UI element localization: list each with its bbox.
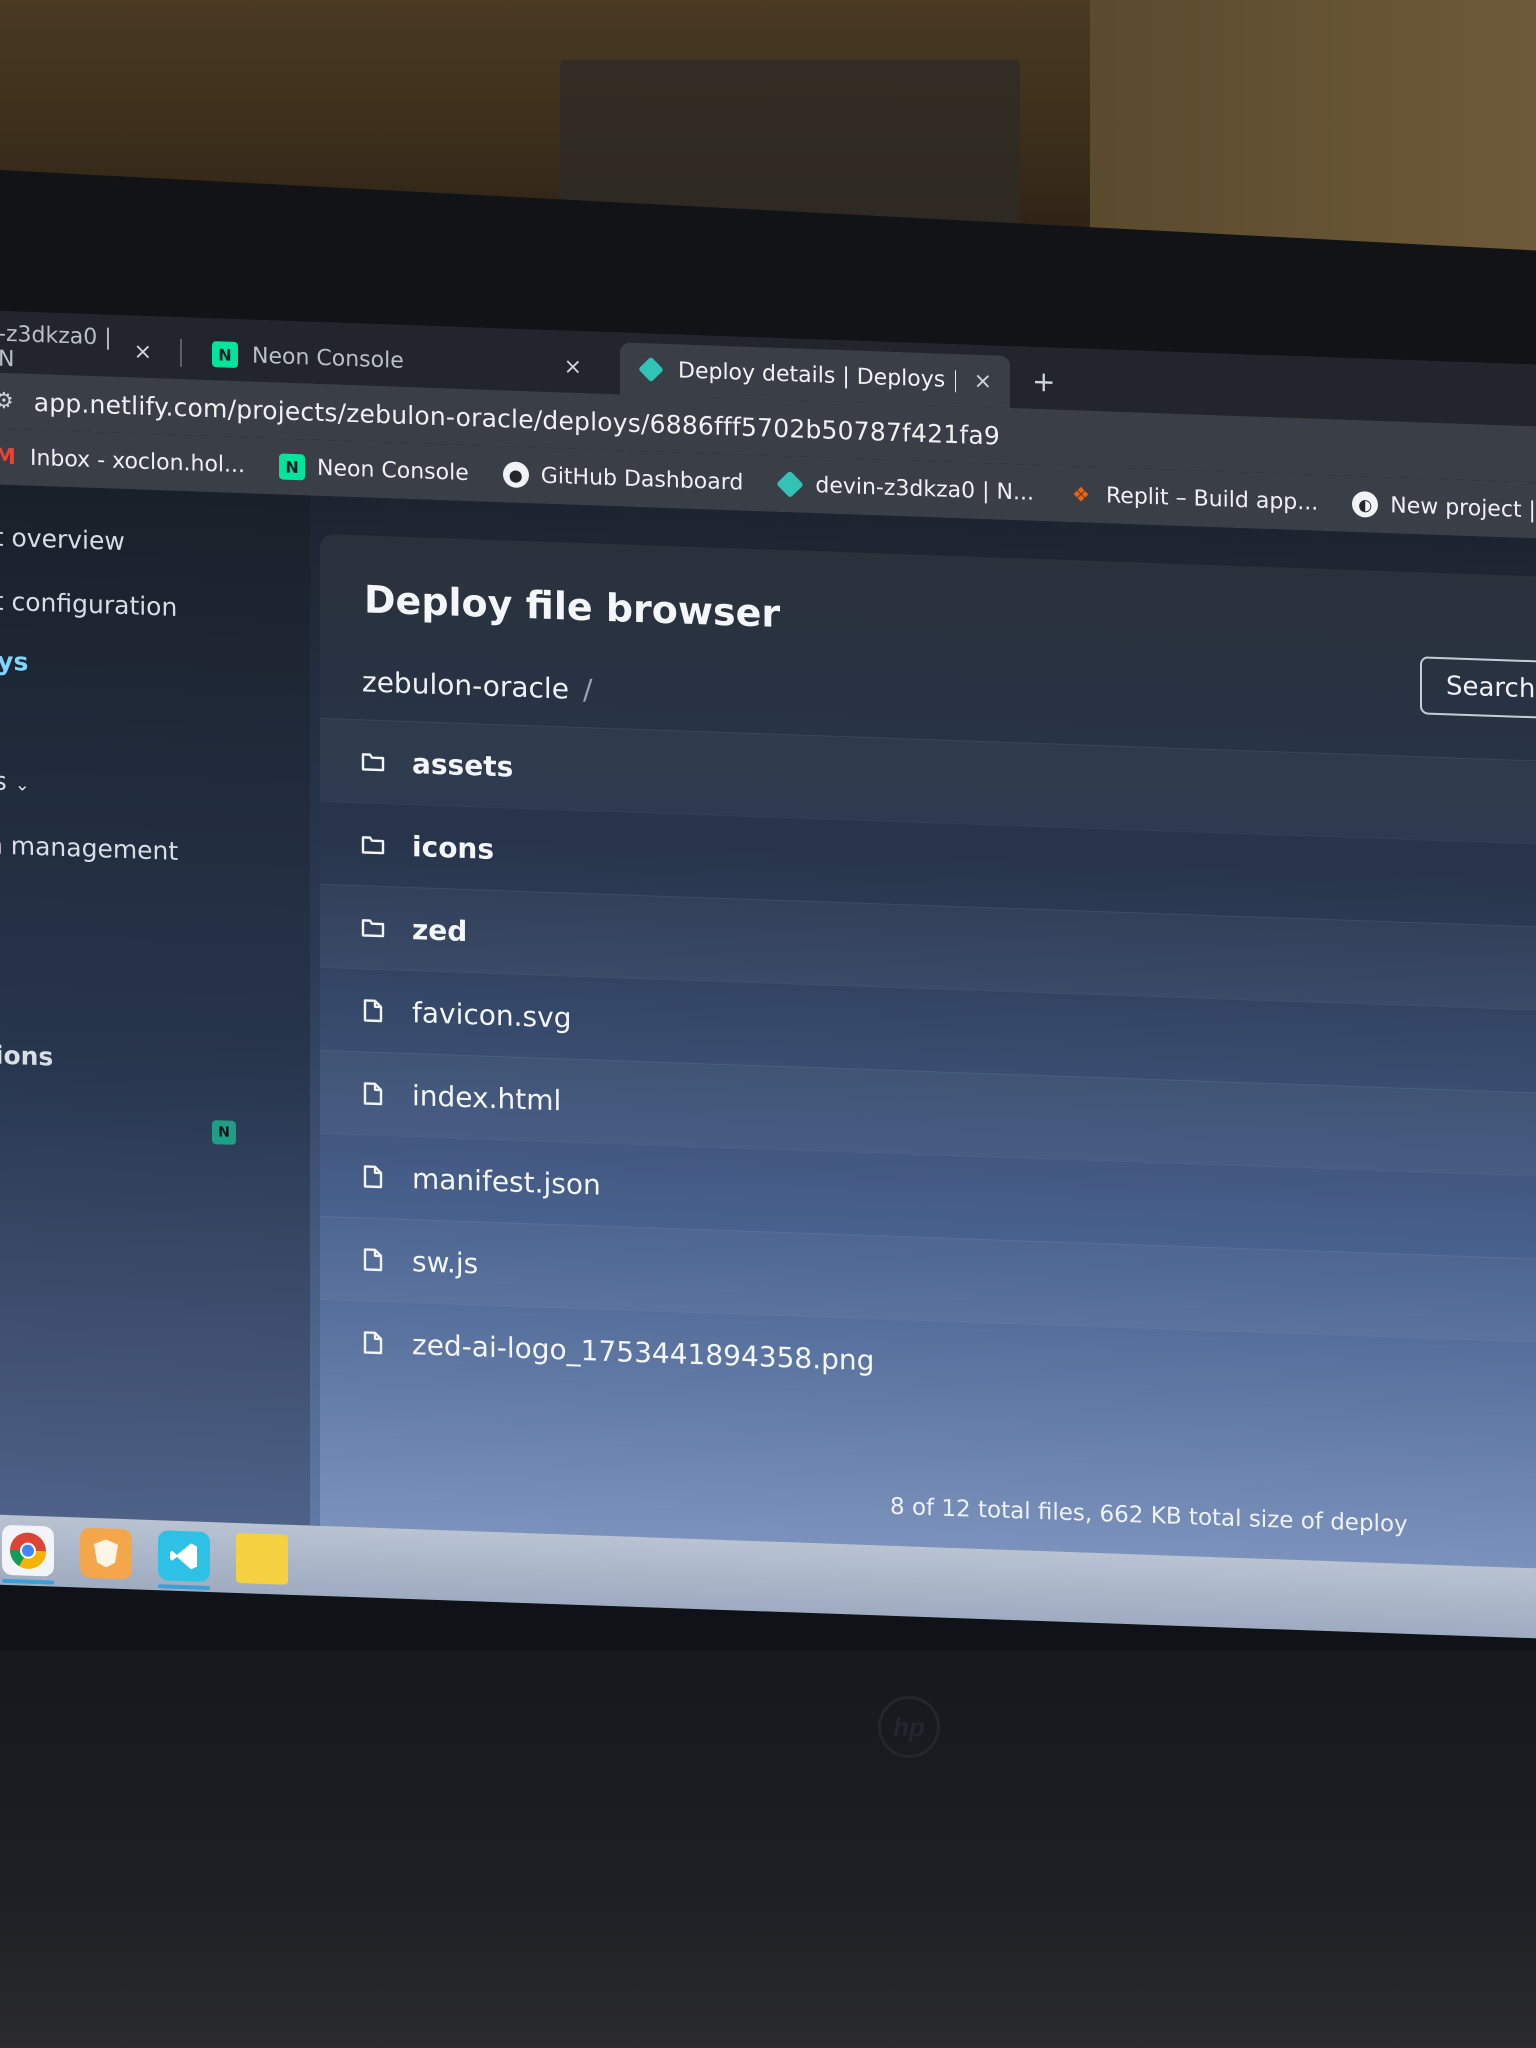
sidebar-item-label: cs [0,766,7,796]
neon-extension-icon[interactable]: N [212,1120,236,1145]
breadcrumb-root[interactable]: zebulon-oracle [362,665,569,705]
netlify-icon [638,356,664,383]
sidebar-item-collapsed[interactable]: ⌄ [0,704,3,734]
chevron-down-icon: ⌄ [14,774,30,796]
sidebar-item-label: oys [0,646,29,677]
folder-icon [361,753,385,772]
sidebar-item-label: sions [0,1040,54,1072]
page-content: ct overview ct configuration oys ⌄ cs ⌄ i… [0,484,1536,1578]
tab-separator [180,338,182,368]
laptop-bezel-bottom [0,1650,1536,2048]
file-icon [363,1165,383,1189]
bookmark-label: New project | Rail... [1390,492,1536,525]
chrome-icon[interactable] [2,1524,54,1577]
deploy-file-browser-panel: Deploy file browser Search for f zebulon… [320,533,1536,1578]
bookmark-railway[interactable]: ◐ New project | Rail... [1352,490,1536,526]
laptop-screen: -z3dkza0 | N × N Neon Console × Deploy d… [0,310,1536,1716]
brave-icon[interactable] [80,1527,132,1580]
bookmark-label: devin-z3dkza0 | N... [815,472,1034,506]
tab-label: Neon Console [252,342,404,374]
tab-close-icon[interactable]: × [956,368,992,394]
search-files-button[interactable]: Search for f [1420,656,1536,722]
tab-devin[interactable]: -z3dkza0 | N × [0,320,170,379]
file-name: assets [412,746,514,784]
project-sidebar: ct overview ct configuration oys ⌄ cs ⌄ i… [0,484,310,1526]
railway-icon: ◐ [1352,490,1379,518]
neon-icon: N [279,453,306,481]
folder-icon [361,919,385,938]
bookmark-replit[interactable]: ❖ Replit – Build app... [1068,481,1318,516]
tab-close-icon[interactable]: × [116,338,152,365]
file-name: zed [412,912,468,948]
file-name: icons [412,829,495,866]
bookmark-label: GitHub Dashboard [540,463,744,496]
sidebar-item-project-configuration[interactable]: ct configuration [0,586,177,622]
active-app-indicator [158,1584,210,1591]
bookmark-gmail[interactable]: M Inbox - xoclon.hol... [0,443,245,478]
tab-label: Deploy details | Deploys | z-t [678,357,956,393]
gmail-icon: M [0,443,16,470]
bookmark-label: Replit – Build app... [1105,482,1319,516]
vscode-icon[interactable] [158,1530,210,1583]
sidebar-item-domain-management[interactable]: in management [0,830,178,866]
tab-label: -z3dkza0 | N [0,321,112,373]
replit-icon: ❖ [1072,482,1090,507]
file-icon [363,1331,383,1355]
new-tab-button[interactable]: + [1032,365,1055,399]
file-name: index.html [412,1078,562,1117]
hp-logo: hp [878,1696,940,1758]
sidebar-item-extensions[interactable]: sions [0,1040,53,1072]
github-icon: ● [502,461,529,489]
breadcrumb-separator: / [582,673,593,707]
file-icon [363,1082,383,1106]
file-name: sw.js [412,1244,479,1280]
file-name: favicon.svg [412,995,572,1035]
file-name: zed-ai-logo_1753441894358.png [412,1327,875,1377]
tab-close-icon[interactable]: × [546,353,582,380]
notes-icon[interactable] [236,1532,288,1585]
netlify-icon [776,470,805,499]
sidebar-item-label: in management [0,830,179,866]
bookmark-label: Neon Console [317,455,469,486]
page-title: Deploy file browser [364,577,781,636]
bookmark-devin[interactable]: devin-z3dkza0 | N... [776,470,1034,506]
sidebar-item-deploys[interactable]: oys [0,646,28,677]
chevron-down-icon: ⌄ [0,711,4,733]
bookmark-label: Inbox - xoclon.hol... [30,445,246,478]
active-app-indicator [2,1578,54,1585]
breadcrumb: zebulon-oracle / [362,665,592,706]
sidebar-item-project-overview[interactable]: ct overview [0,522,125,556]
file-name: manifest.json [412,1161,601,1202]
bookmark-neon-console[interactable]: N Neon Console [279,453,469,486]
file-list: assets icons zed favicon.svg index.html [320,717,1536,1426]
sidebar-item-logs[interactable]: cs ⌄ [0,766,30,797]
deploy-summary: 8 of 12 total files, 662 KB total size o… [890,1493,1408,1538]
sidebar-item-label: ct overview [0,522,125,557]
site-info-icon[interactable]: ⚙ [0,388,14,414]
sidebar-item-label: ct configuration [0,586,178,622]
neon-icon: N [212,341,238,369]
bookmark-github[interactable]: ● GitHub Dashboard [502,461,744,496]
file-icon [363,1248,383,1272]
file-icon [363,999,383,1023]
folder-icon [361,836,385,855]
